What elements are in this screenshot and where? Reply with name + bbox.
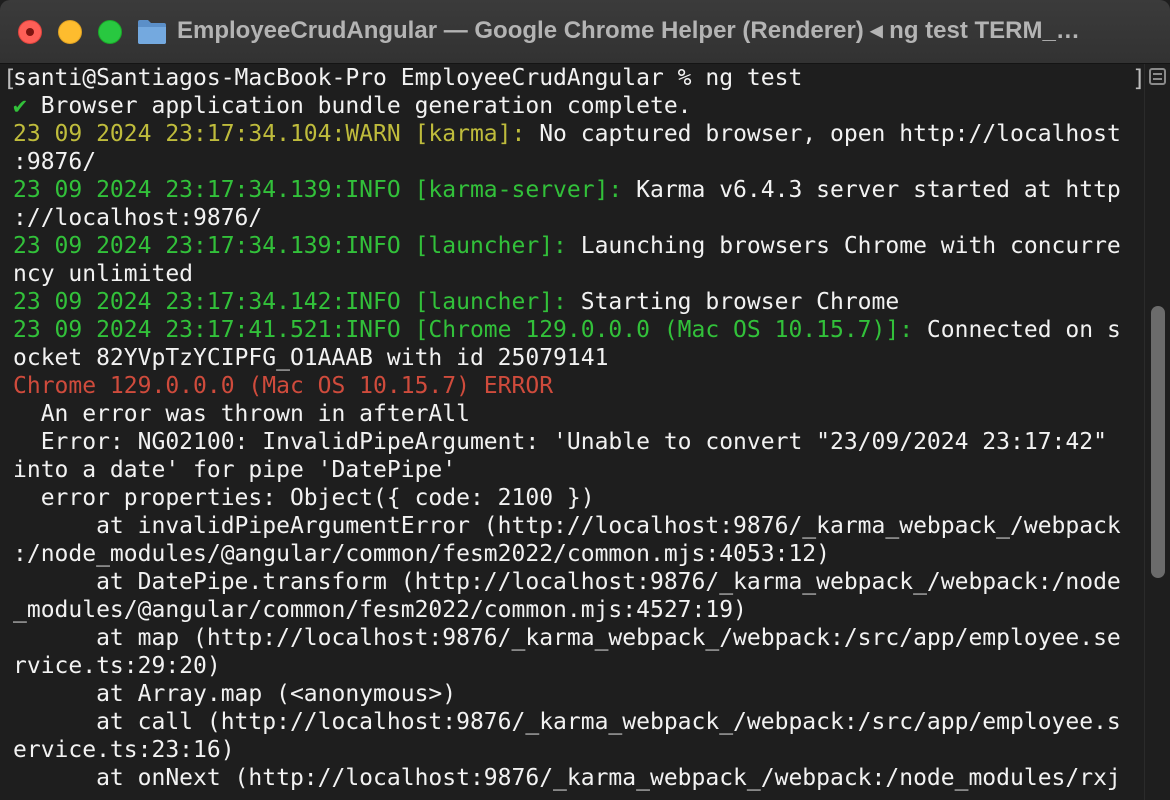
terminal-line: 23 09 2024 23:17:34.142:INFO [launcher]:… [13,288,1144,316]
terminal-text-segment: Launching browsers Chrome with concurre [566,233,1121,259]
terminal-line: ervice.ts:23:16) [13,736,1144,764]
terminal-line: Error: NG02100: InvalidPipeArgument: 'Un… [13,428,1144,456]
terminal-text-segment: ://localhost:9876/ [13,205,263,231]
terminal-line: at invalidPipeArgumentError (http://loca… [13,512,1144,540]
terminal-line: at map (http://localhost:9876/_karma_web… [13,624,1144,652]
terminal-line: ocket 82YVpTzYCIPFG_O1AAAB with id 25079… [13,344,1144,372]
terminal-text-segment: ocket 82YVpTzYCIPFG_O1AAAB with id 25079… [13,345,609,371]
terminal-text-segment: Karma v6.4.3 server started at http [622,177,1121,203]
marks-icon[interactable] [1149,68,1166,85]
terminal-line: rvice.ts:29:20) [13,652,1144,680]
terminal-text-segment: 23 09 2024 23:17:34.142:INFO [launcher]: [13,289,567,315]
terminal-line: 23 09 2024 23:17:34.104:WARN [karma]: No… [13,120,1144,148]
terminal-line: ncy unlimited [13,260,1144,288]
terminal-line: at Array.map (<anonymous>) [13,680,1144,708]
terminal-text-segment: An error was thrown in afterAll [13,401,470,427]
scrollbar[interactable] [1144,64,1170,800]
terminal-text-segment: Browser application bundle generation co… [26,93,692,119]
minimize-button[interactable] [58,20,82,44]
terminal-text-segment: at onNext (http://localhost:9876/_karma_… [13,765,1121,791]
terminal-line: :9876/ [13,148,1144,176]
close-icon [26,28,34,36]
terminal-text-segment: ✔ [13,93,27,119]
terminal-line: into a date' for pipe 'DatePipe' [13,456,1144,484]
terminal-line: at call (http://localhost:9876/_karma_we… [13,708,1144,736]
terminal-text-segment: ncy unlimited [13,261,194,287]
terminal-text-segment: 23 09 2024 23:17:34.139:INFO [karma-serv… [13,177,623,203]
title-bar[interactable]: EmployeeCrudAngular — Google Chrome Help… [0,0,1170,64]
terminal-text-segment: ervice.ts:23:16) [13,737,235,763]
terminal-output[interactable]: santi@Santiagos-MacBook-Pro EmployeeCrud… [0,64,1144,800]
terminal-text-segment: rvice.ts:29:20) [13,653,221,679]
terminal-text-segment: into a date' for pipe 'DatePipe' [13,457,457,483]
terminal-window: EmployeeCrudAngular — Google Chrome Help… [0,0,1170,800]
maximize-button[interactable] [98,20,122,44]
terminal-text-segment: 23 09 2024 23:17:41.521:INFO [Chrome 129… [13,317,914,343]
terminal-text-segment: Connected on s [913,317,1121,343]
terminal-line: ://localhost:9876/ [13,204,1144,232]
terminal-text-segment: at map (http://localhost:9876/_karma_web… [13,625,1121,651]
terminal-line: An error was thrown in afterAll [13,400,1144,428]
folder-icon [138,20,166,44]
terminal-line: error properties: Object({ code: 2100 }) [13,484,1144,512]
terminal-text-segment: Chrome 129.0.0.0 (Mac OS 10.15.7) ERROR [13,373,554,399]
terminal-line: 23 09 2024 23:17:34.139:INFO [karma-serv… [13,176,1144,204]
terminal-text-segment: Starting browser Chrome [566,289,900,315]
terminal-line: santi@Santiagos-MacBook-Pro EmployeeCrud… [13,64,1144,92]
terminal-line: _modules/@angular/common/fesm2022/common… [13,596,1144,624]
terminal-line: :/node_modules/@angular/common/fesm2022/… [13,540,1144,568]
terminal-line: 23 09 2024 23:17:41.521:INFO [Chrome 129… [13,316,1144,344]
terminal-text-segment: :/node_modules/@angular/common/fesm2022/… [13,541,830,567]
terminal-text-segment: at Array.map (<anonymous>) [13,681,457,707]
terminal-text-segment: error properties: Object({ code: 2100 }) [13,485,595,511]
terminal-line: ✔ Browser application bundle generation … [13,92,1144,120]
terminal-text-segment: at invalidPipeArgumentError (http://loca… [13,513,1121,539]
terminal-text-segment: Error: NG02100: InvalidPipeArgument: 'Un… [13,429,1107,455]
terminal-line: Chrome 129.0.0.0 (Mac OS 10.15.7) ERROR [13,372,1144,400]
terminal-text-segment: 23 09 2024 23:17:34.139:INFO [launcher]: [13,233,567,259]
terminal-line: 23 09 2024 23:17:34.139:INFO [launcher]:… [13,232,1144,260]
scrollbar-thumb[interactable] [1151,306,1165,578]
window-title: EmployeeCrudAngular — Google Chrome Help… [177,17,1080,44]
close-button[interactable] [18,20,42,44]
terminal-text-segment: _modules/@angular/common/fesm2022/common… [13,597,747,623]
terminal-line: at onNext (http://localhost:9876/_karma_… [13,764,1144,792]
terminal-text-segment: at DatePipe.transform (http://localhost:… [13,569,1121,595]
terminal-text-segment: :9876/ [13,149,97,175]
terminal-text-segment: santi@Santiagos-MacBook-Pro EmployeeCrud… [13,65,803,91]
terminal-line: at DatePipe.transform (http://localhost:… [13,568,1144,596]
terminal-text-segment: at call (http://localhost:9876/_karma_we… [13,709,1121,735]
terminal-text-segment: 23 09 2024 23:17:34.104:WARN [karma]: [13,121,526,147]
terminal-text-segment: No captured browser, open http://localho… [525,121,1121,147]
